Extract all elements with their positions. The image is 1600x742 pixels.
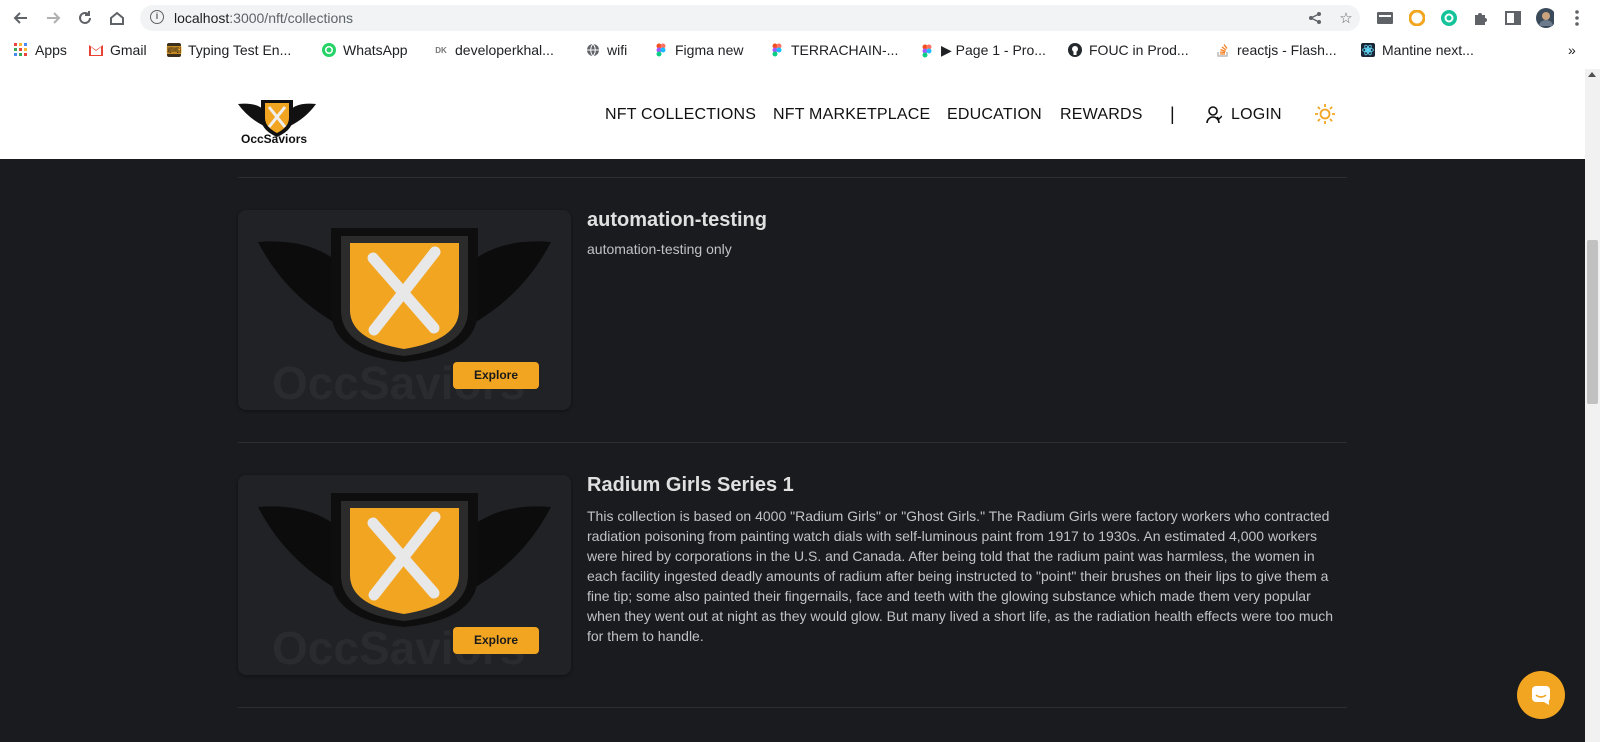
explore-button[interactable]: Explore	[453, 627, 539, 654]
side-panel-icon[interactable]	[1504, 9, 1522, 27]
browser-toolbar: i localhost:3000/nft/collections ☆	[0, 0, 1600, 36]
nav-rewards[interactable]: REWARDS	[1060, 106, 1143, 124]
bookmark-label: Apps	[35, 42, 67, 58]
scroll-up-arrow-icon[interactable]	[1588, 72, 1596, 77]
home-icon[interactable]	[105, 6, 129, 30]
bookmark-label: Mantine next...	[1382, 42, 1474, 58]
developer-icon: DK	[435, 45, 447, 55]
collections-list: OccSaviors Explore automation-testing au…	[0, 159, 1585, 742]
stackoverflow-icon	[1216, 43, 1230, 57]
nav-nft-collections[interactable]: NFT COLLECTIONS	[605, 106, 756, 124]
figma-icon	[920, 44, 934, 58]
collection-description: automation-testing only	[587, 241, 732, 257]
chat-launcher-button[interactable]	[1517, 671, 1565, 719]
bookmark-label: developerkhal...	[455, 42, 554, 58]
chat-icon	[1530, 684, 1552, 706]
url-host: localhost	[174, 10, 230, 26]
bookmark-label: wifi	[607, 42, 628, 58]
nav-login[interactable]: LOGIN	[1206, 106, 1282, 124]
bookmark-label: FOUC in Prod...	[1089, 42, 1189, 58]
bookmark-wifi[interactable]: wifi	[586, 42, 627, 58]
user-icon	[1206, 106, 1222, 124]
figma-icon	[654, 43, 668, 57]
back-arrow-icon[interactable]	[9, 6, 33, 30]
bookmark-label: Gmail	[110, 42, 147, 58]
profile-avatar-icon[interactable]	[1536, 8, 1554, 28]
scrollbar-thumb[interactable]	[1587, 240, 1598, 404]
login-label: LOGIN	[1231, 106, 1282, 123]
bookmark-developer[interactable]: DK developerkhal...	[434, 42, 554, 58]
extension-grammarly-icon[interactable]	[1440, 9, 1458, 27]
address-bar[interactable]: i localhost:3000/nft/collections ☆	[140, 5, 1360, 31]
bookmark-whatsapp[interactable]: WhatsApp	[322, 42, 408, 58]
github-icon	[1068, 43, 1082, 57]
whatsapp-icon	[322, 43, 336, 57]
divider	[238, 707, 1347, 708]
collection-image[interactable]: OccSaviors Explore	[238, 475, 571, 675]
bookmark-typing-test[interactable]: ⌨ Typing Test En...	[166, 42, 292, 58]
divider	[238, 177, 1347, 178]
bookmark-figma-new[interactable]: Figma new	[654, 42, 743, 58]
gmail-icon	[89, 43, 103, 57]
bookmark-label: TERRACHAIN-...	[791, 42, 899, 58]
bookmark-terrachain[interactable]: TERRACHAIN-...	[770, 42, 898, 58]
bookmark-apps[interactable]: Apps	[14, 42, 67, 58]
figma-icon	[770, 43, 784, 57]
extensions-puzzle-icon[interactable]	[1472, 9, 1490, 27]
nav-nft-marketplace[interactable]: NFT MARKETPLACE	[773, 106, 930, 124]
divider	[238, 442, 1347, 443]
typing-test-icon: ⌨	[166, 43, 182, 57]
theme-toggle-sun-icon[interactable]	[1314, 103, 1336, 130]
bookmark-star-icon[interactable]: ☆	[1337, 9, 1355, 27]
bookmark-reactjs[interactable]: reactjs - Flash...	[1216, 42, 1337, 58]
address-url[interactable]: localhost:3000/nft/collections	[174, 10, 353, 26]
bookmark-mantine[interactable]: Mantine next...	[1361, 42, 1474, 58]
logo-text: OccSaviors	[241, 132, 308, 146]
bookmark-label: WhatsApp	[343, 42, 408, 58]
bookmarks-bar: Apps Gmail ⌨ Typing Test En... WhatsApp …	[0, 37, 1600, 65]
bookmark-label: Typing Test En...	[188, 42, 292, 58]
mantine-icon	[1361, 43, 1375, 57]
bookmark-label: Figma new	[675, 42, 744, 58]
bookmark-page-1[interactable]: ▶ Page 1 - Pro...	[920, 42, 1046, 59]
bookmark-label: reactjs - Flash...	[1237, 42, 1337, 58]
nav-separator: |	[1170, 104, 1175, 124]
occsaviors-logo[interactable]	[236, 96, 318, 156]
collection-title: Radium Girls Series 1	[587, 474, 794, 496]
bookmark-label: ▶ Page 1 - Pro...	[941, 42, 1046, 58]
page-scrollbar[interactable]	[1585, 69, 1600, 742]
url-path: :3000/nft/collections	[229, 10, 354, 26]
apps-grid-icon	[14, 43, 28, 57]
collection-title: automation-testing	[587, 209, 767, 231]
globe-icon	[586, 43, 600, 57]
forward-arrow-icon[interactable]	[41, 6, 65, 30]
share-icon[interactable]	[1306, 9, 1324, 27]
collection-description: This collection is based on 4000 "Radium…	[587, 508, 1334, 644]
collection-image[interactable]: OccSaviors Explore	[238, 210, 571, 410]
browser-menu-icon[interactable]	[1568, 9, 1586, 27]
explore-button[interactable]: Explore	[453, 362, 539, 389]
site-info-icon[interactable]: i	[150, 10, 164, 24]
bookmark-gmail[interactable]: Gmail	[89, 42, 147, 58]
browser-chrome: i localhost:3000/nft/collections ☆ Apps …	[0, 0, 1600, 70]
site-header: OccSaviors NFT COLLECTIONS NFT MARKETPLA…	[0, 69, 1585, 159]
nav-education[interactable]: EDUCATION	[947, 106, 1042, 124]
extension-card-icon[interactable]	[1376, 9, 1394, 27]
bookmark-fouc[interactable]: FOUC in Prod...	[1068, 42, 1189, 58]
reload-icon[interactable]	[73, 6, 97, 30]
extension-g-icon[interactable]	[1408, 9, 1426, 27]
more-bookmarks-button[interactable]: »	[1568, 42, 1576, 58]
